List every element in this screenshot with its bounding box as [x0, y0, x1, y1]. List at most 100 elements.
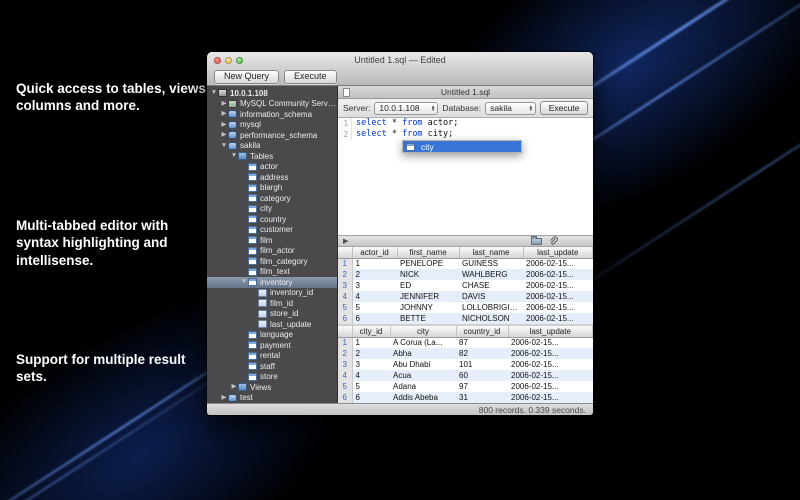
- tree-item-mysql[interactable]: ▶mysql: [207, 120, 337, 131]
- result-cell[interactable]: GUINESS: [459, 258, 523, 269]
- tree-item-address[interactable]: address: [207, 172, 337, 183]
- disclosure-triangle-icon[interactable]: ▶: [220, 394, 228, 402]
- result-cell[interactable]: 2006-02-15...: [508, 359, 593, 370]
- tree-item-category[interactable]: category: [207, 193, 337, 204]
- result-cell[interactable]: JENNIFER: [397, 291, 459, 302]
- result-cell[interactable]: 60: [456, 370, 508, 381]
- tree-item-payment[interactable]: payment: [207, 340, 337, 351]
- result-cell[interactable]: 3: [352, 280, 397, 291]
- column-header-country_id[interactable]: country_id: [456, 326, 508, 337]
- close-button[interactable]: [214, 57, 221, 64]
- tree-item-mysql-community-server-gpl-5-6-1[interactable]: ▶MySQL Community Server (GPL) 5.6.1...: [207, 99, 337, 110]
- result-cell[interactable]: WAHLBERG: [459, 269, 523, 280]
- result-cell[interactable]: 2: [352, 348, 390, 359]
- result-cell[interactable]: 82: [456, 348, 508, 359]
- result-cell[interactable]: JOHNNY: [397, 302, 459, 313]
- result-cell[interactable]: 2006-02-15...: [523, 269, 593, 280]
- sql-editor[interactable]: 1select * from actor;2select * from city…: [338, 118, 593, 235]
- editor-line[interactable]: 1select * from actor;: [338, 118, 593, 129]
- column-header-last_update[interactable]: last_update: [508, 326, 593, 337]
- tree-item-sakila[interactable]: ▼sakila: [207, 141, 337, 152]
- new-query-button[interactable]: New Query: [214, 70, 279, 84]
- folder-icon[interactable]: [531, 238, 542, 245]
- result-row[interactable]: 66Addis Abeba312006-02-15...: [338, 392, 593, 403]
- editor-line[interactable]: 2select * from city;: [338, 129, 593, 140]
- execute-query-button[interactable]: Execute: [540, 101, 588, 115]
- result-cell[interactable]: 5: [352, 302, 397, 313]
- result-cell[interactable]: 2006-02-15...: [523, 291, 593, 302]
- tree-item-film[interactable]: film: [207, 235, 337, 246]
- result-cell[interactable]: 2006-02-15...: [523, 302, 593, 313]
- result-cell[interactable]: 6: [352, 392, 390, 403]
- tree-item-staff[interactable]: staff: [207, 361, 337, 372]
- result-cell[interactable]: Abha: [390, 348, 456, 359]
- result-cell[interactable]: ED: [397, 280, 459, 291]
- result-cell[interactable]: PENELOPE: [397, 258, 459, 269]
- result-cell[interactable]: 2006-02-15...: [508, 348, 593, 359]
- column-header-last_update[interactable]: last_update: [523, 247, 593, 258]
- result-cell[interactable]: 2006-02-15...: [508, 381, 593, 392]
- result-cell[interactable]: 6: [352, 313, 397, 324]
- result-cell[interactable]: LOLLOBRIGIDA: [459, 302, 523, 313]
- server-select[interactable]: 10.0.1.108 ▲▼: [374, 102, 438, 115]
- result-cell[interactable]: DAVIS: [459, 291, 523, 302]
- tree-item-inventory[interactable]: ▼inventory: [207, 277, 337, 288]
- tree-item-country[interactable]: country: [207, 214, 337, 225]
- result-cell[interactable]: 2006-02-15...: [508, 370, 593, 381]
- result-row[interactable]: 55Adana972006-02-15...: [338, 381, 593, 392]
- result-row[interactable]: 22Abha822006-02-15...: [338, 348, 593, 359]
- result-row[interactable]: 55JOHNNYLOLLOBRIGIDA2006-02-15...: [338, 302, 593, 313]
- result-cell[interactable]: CHASE: [459, 280, 523, 291]
- execute-toolbar-button[interactable]: Execute: [284, 70, 337, 84]
- tree-item-information-schema[interactable]: ▶information_schema: [207, 109, 337, 120]
- tree-item-performance-schema[interactable]: ▶performance_schema: [207, 130, 337, 141]
- result-cell[interactable]: BETTE: [397, 313, 459, 324]
- tree-item-store[interactable]: store: [207, 372, 337, 383]
- tree-item-film-text[interactable]: film_text: [207, 267, 337, 278]
- tree-item-language[interactable]: language: [207, 330, 337, 341]
- result-cell[interactable]: 4: [352, 291, 397, 302]
- disclosure-triangle-icon[interactable]: ▶: [220, 100, 228, 108]
- result-cell[interactable]: 2006-02-15...: [508, 392, 593, 403]
- disclosure-triangle-icon[interactable]: ▼: [230, 152, 238, 160]
- disclosure-triangle-icon[interactable]: ▼: [220, 142, 228, 150]
- result-cell[interactable]: 97: [456, 381, 508, 392]
- result-cell[interactable]: 87: [456, 337, 508, 348]
- tree-item-test[interactable]: ▶test: [207, 393, 337, 404]
- result-cell[interactable]: 5: [352, 381, 390, 392]
- tree-item-blargh[interactable]: blargh: [207, 183, 337, 194]
- tree-item-film-actor[interactable]: film_actor: [207, 246, 337, 257]
- result-cell[interactable]: 2006-02-15...: [523, 280, 593, 291]
- result-cell[interactable]: Addis Abeba: [390, 392, 456, 403]
- tree-item-film-id[interactable]: film_id: [207, 298, 337, 309]
- disclosure-triangle-icon[interactable]: ▶: [230, 383, 238, 391]
- result-cell[interactable]: 31: [456, 392, 508, 403]
- result-cell[interactable]: Adana: [390, 381, 456, 392]
- result-row[interactable]: 11PENELOPEGUINESS2006-02-15...: [338, 258, 593, 269]
- result-cell[interactable]: 1: [352, 337, 390, 348]
- result-cell[interactable]: 101: [456, 359, 508, 370]
- tree-item-views[interactable]: ▶Views: [207, 382, 337, 393]
- result-row[interactable]: 44Acua602006-02-15...: [338, 370, 593, 381]
- result-cell[interactable]: 1: [352, 258, 397, 269]
- tab-untitled-sql[interactable]: Untitled 1.sql: [338, 87, 593, 97]
- result-cell[interactable]: A Corua (La...: [390, 337, 456, 348]
- tree-item-film-category[interactable]: film_category: [207, 256, 337, 267]
- result-cell[interactable]: NICK: [397, 269, 459, 280]
- tree-item-last-update[interactable]: last_update: [207, 319, 337, 330]
- tree-item-city[interactable]: city: [207, 204, 337, 215]
- zoom-button[interactable]: [236, 57, 243, 64]
- autocomplete-item-city[interactable]: city: [403, 141, 521, 152]
- tree-item-actor[interactable]: actor: [207, 162, 337, 173]
- column-header-actor_id[interactable]: actor_id: [352, 247, 397, 258]
- result-cell[interactable]: 4: [352, 370, 390, 381]
- tree-item-store-id[interactable]: store_id: [207, 309, 337, 320]
- tree-item-inventory-id[interactable]: inventory_id: [207, 288, 337, 299]
- result-row[interactable]: 33Abu Dhabi1012006-02-15...: [338, 359, 593, 370]
- result-row[interactable]: 33EDCHASE2006-02-15...: [338, 280, 593, 291]
- column-header-first_name[interactable]: first_name: [397, 247, 459, 258]
- tree-item-customer[interactable]: customer: [207, 225, 337, 236]
- disclosure-triangle-icon[interactable]: ▼: [210, 89, 218, 97]
- result-cell[interactable]: Abu Dhabi: [390, 359, 456, 370]
- disclosure-triangle-icon[interactable]: ▼: [240, 278, 248, 286]
